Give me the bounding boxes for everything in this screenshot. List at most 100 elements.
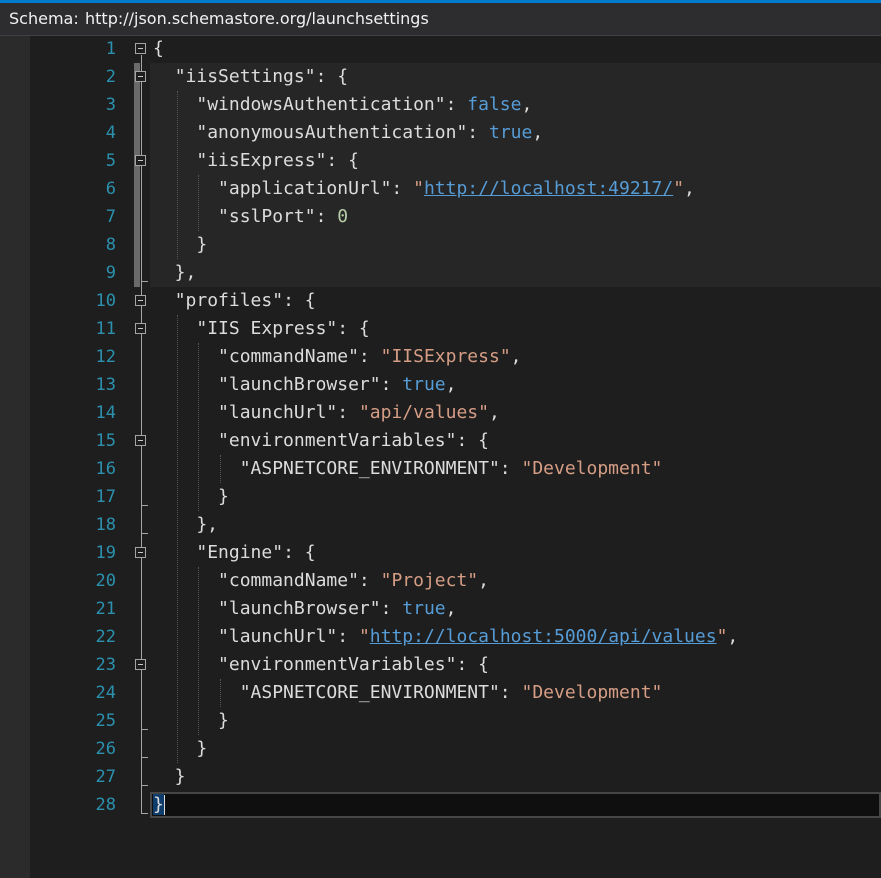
code-token-punc bbox=[153, 206, 218, 227]
code-token-key: "launchBrowser" bbox=[218, 598, 381, 619]
code-line[interactable]: "sslPort": 0 bbox=[153, 203, 348, 231]
code-line[interactable]: } bbox=[153, 791, 165, 819]
code-token-key: "windowsAuthentication" bbox=[196, 94, 446, 115]
schema-url-field[interactable]: http://json.schemastore.org/launchsettin… bbox=[85, 3, 429, 35]
code-token-kw: true bbox=[488, 122, 533, 143]
line-number: 5 bbox=[105, 151, 116, 171]
code-token-punc: : { bbox=[456, 654, 489, 675]
code-line[interactable]: "environmentVariables": { bbox=[153, 427, 489, 455]
code-line[interactable]: "commandName": "IISExpress", bbox=[153, 343, 522, 371]
code-line[interactable]: } bbox=[153, 763, 186, 791]
collapse-toggle-icon[interactable] bbox=[135, 71, 146, 82]
code-line[interactable]: } bbox=[153, 707, 229, 735]
code-line[interactable]: { bbox=[153, 35, 164, 63]
line-number: 24 bbox=[95, 683, 116, 703]
code-line[interactable]: "iisSettings": { bbox=[153, 63, 348, 91]
code-token-url[interactable]: http://localhost:5000/api/values bbox=[370, 626, 717, 647]
code-token-punc: : bbox=[337, 626, 359, 647]
code-line[interactable]: "commandName": "Project", bbox=[153, 567, 489, 595]
line-number: 14 bbox=[95, 403, 116, 423]
collapse-toggle-icon[interactable] bbox=[135, 547, 146, 558]
line-number: 15 bbox=[95, 431, 116, 451]
code-line[interactable]: "profiles": { bbox=[153, 287, 316, 315]
code-line[interactable]: "IIS Express": { bbox=[153, 315, 370, 343]
code-line[interactable]: "launchBrowser": true, bbox=[153, 595, 456, 623]
line-number: 10 bbox=[95, 291, 116, 311]
code-line[interactable]: "applicationUrl": "http://localhost:4921… bbox=[153, 175, 695, 203]
code-line[interactable]: "ASPNETCORE_ENVIRONMENT": "Development" bbox=[153, 455, 663, 483]
code-token-punc: : bbox=[380, 598, 403, 619]
code-token-key: "launchUrl" bbox=[218, 626, 338, 647]
code-token-punc: } bbox=[153, 234, 208, 255]
code-token-punc bbox=[153, 66, 175, 87]
code-token-key: "environmentVariables" bbox=[218, 654, 457, 675]
code-line[interactable]: "launchBrowser": true, bbox=[153, 371, 456, 399]
code-token-key: "profiles" bbox=[174, 290, 284, 311]
collapse-toggle-icon[interactable] bbox=[135, 43, 146, 54]
code-token-punc: , bbox=[532, 122, 544, 143]
line-number: 12 bbox=[95, 347, 116, 367]
code-token-key: "anonymousAuthentication" bbox=[196, 122, 468, 143]
code-line[interactable]: "ASPNETCORE_ENVIRONMENT": "Development" bbox=[153, 679, 663, 707]
code-token-str: "Project" bbox=[380, 570, 479, 591]
outline-fold-end-tick bbox=[141, 813, 148, 814]
code-token-punc: , bbox=[478, 570, 489, 591]
code-line[interactable]: } bbox=[153, 231, 207, 259]
line-number: 28 bbox=[95, 795, 116, 815]
code-token-key: "IIS Express" bbox=[196, 318, 338, 339]
code-line[interactable]: }, bbox=[153, 511, 218, 539]
code-line[interactable]: } bbox=[153, 483, 229, 511]
code-token-str: "Development" bbox=[521, 682, 663, 703]
code-token-brace-hl: } bbox=[153, 794, 164, 815]
code-token-str: " bbox=[673, 178, 685, 199]
line-number: 2 bbox=[105, 67, 116, 87]
code-line[interactable]: "launchUrl": "http://localhost:5000/api/… bbox=[153, 623, 738, 651]
code-line[interactable]: "environmentVariables": { bbox=[153, 651, 489, 679]
collapse-toggle-icon[interactable] bbox=[135, 295, 146, 306]
code-token-url[interactable]: http://localhost:49217/ bbox=[424, 178, 673, 199]
collapse-toggle-icon[interactable] bbox=[135, 659, 146, 670]
code-token-punc bbox=[153, 682, 240, 703]
outline-fold-line bbox=[141, 55, 142, 813]
code-line[interactable]: "windowsAuthentication": false, bbox=[153, 91, 532, 119]
code-line[interactable]: "anonymousAuthentication": true, bbox=[153, 119, 543, 147]
code-line[interactable]: }, bbox=[153, 259, 197, 287]
code-token-key: "Engine" bbox=[196, 542, 284, 563]
code-token-punc: , bbox=[445, 598, 457, 619]
code-token-punc: , bbox=[445, 374, 457, 395]
code-token-str: " bbox=[358, 626, 370, 647]
outline-fold-end-tick bbox=[141, 533, 148, 534]
code-token-key: "ASPNETCORE_ENVIRONMENT" bbox=[239, 682, 500, 703]
collapse-toggle-icon[interactable] bbox=[135, 435, 146, 446]
code-line[interactable]: "iisExpress": { bbox=[153, 147, 359, 175]
code-token-key: "environmentVariables" bbox=[218, 430, 457, 451]
outline-fold-end-tick bbox=[141, 281, 148, 282]
line-number: 22 bbox=[95, 627, 116, 647]
line-number: 11 bbox=[95, 319, 116, 339]
code-token-punc: , bbox=[510, 346, 522, 367]
line-number-gutter[interactable]: 1 2 3 4 5 6 7 8 9 10 11 12 13 14 15 16 17 18 19 20 21 22 23 24 2… bbox=[30, 36, 130, 878]
code-token-punc: , bbox=[488, 402, 500, 423]
line-number: 13 bbox=[95, 375, 116, 395]
code-token-punc bbox=[153, 430, 218, 451]
code-token-punc: : bbox=[499, 682, 522, 703]
code-token-punc: , bbox=[684, 178, 695, 199]
collapse-toggle-icon[interactable] bbox=[135, 323, 146, 334]
line-number: 4 bbox=[105, 123, 116, 143]
code-token-punc bbox=[153, 374, 218, 395]
line-number: 9 bbox=[105, 263, 116, 283]
code-line[interactable]: "launchUrl": "api/values", bbox=[153, 399, 500, 427]
line-number: 21 bbox=[95, 599, 116, 619]
code-token-punc: : { bbox=[337, 318, 370, 339]
code-token-punc: : bbox=[499, 458, 522, 479]
code-token-punc: : bbox=[391, 178, 414, 199]
code-token-key: "commandName" bbox=[218, 570, 359, 591]
collapse-toggle-icon[interactable] bbox=[135, 155, 146, 166]
code-line[interactable]: } bbox=[153, 735, 207, 763]
code-token-punc bbox=[153, 178, 218, 199]
code-token-key: "commandName" bbox=[218, 346, 359, 367]
code-line[interactable]: "Engine": { bbox=[153, 539, 315, 567]
code-token-punc: : bbox=[358, 570, 381, 591]
line-number: 7 bbox=[105, 207, 116, 227]
code-token-key: "sslPort" bbox=[218, 206, 316, 227]
